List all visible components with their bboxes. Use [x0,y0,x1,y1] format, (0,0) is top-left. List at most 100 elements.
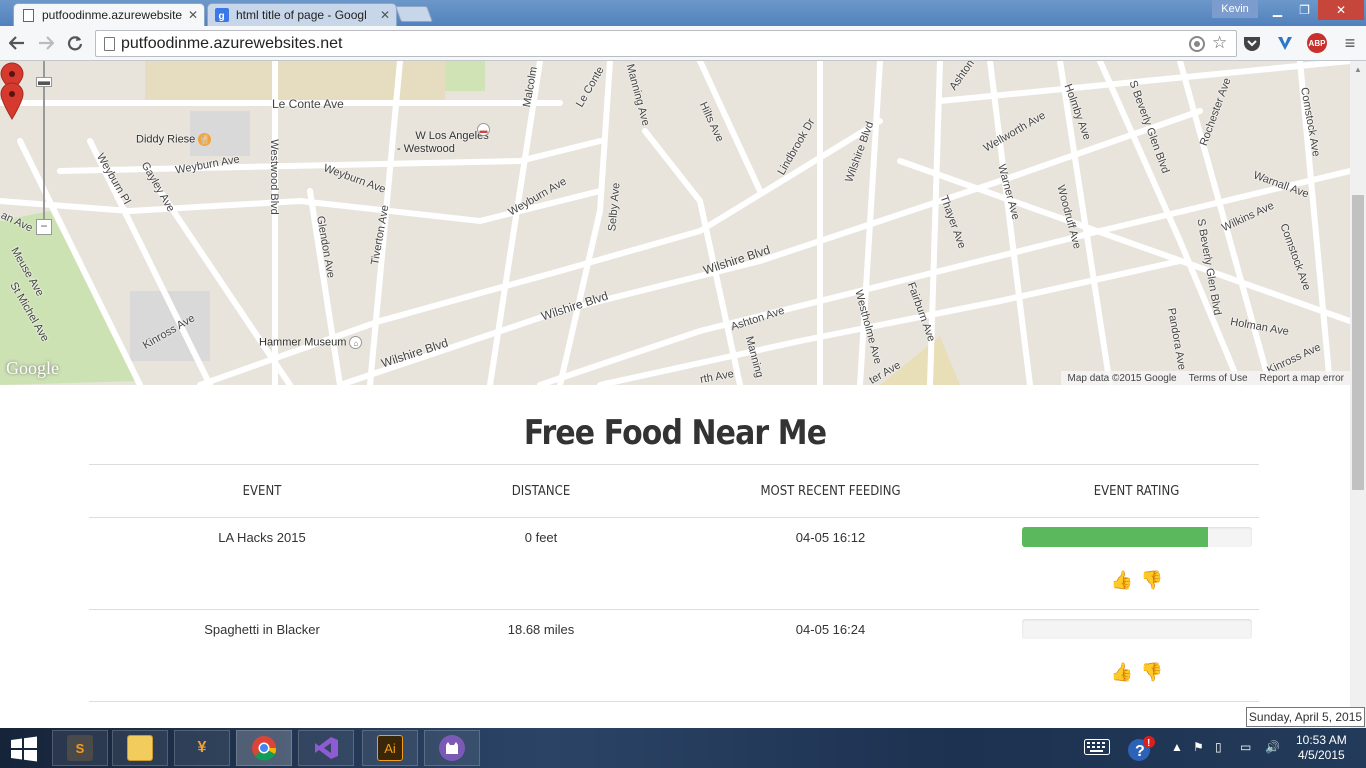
sublime-text-icon: S [67,735,93,761]
svg-text:?: ? [1135,743,1145,760]
adblock-plus-icon[interactable]: ABP [1307,33,1327,53]
poi-label: Hammer Museum [259,336,347,349]
browser-toolbar: putfoodinme.azurewebsites.net ☆ ABP ≡ [0,26,1366,61]
window-title-bar: putfoodinme.azurewebsite ✕ g html title … [0,0,1366,26]
page-viewport: Le Conte Ave Weyburn Ave Weyburn Ave Wey… [0,61,1350,728]
report-map-error-link[interactable]: Report a map error [1260,373,1344,384]
url-text: putfoodinme.azurewebsites.net [121,35,343,52]
event-distance: 18.68 miles [435,609,647,702]
visual-studio-icon [313,735,339,761]
page-title: Free Food Near Me [523,413,827,453]
thumbs-up-icon[interactable]: 👍 [1111,661,1133,683]
location-icon[interactable] [1188,35,1206,58]
table-header-row: EVENT DISTANCE MOST RECENT FEEDING EVENT… [89,464,1259,518]
taskbar-visual-studio[interactable] [298,730,354,766]
illustrator-icon: Ai [377,735,403,761]
tab-google-search[interactable]: g html title of page - Googl ✕ [207,3,397,26]
keyboard-icon[interactable] [1084,739,1110,758]
page-scrollbar[interactable]: ▲ ▼ [1350,61,1366,728]
svg-text:g: g [219,11,225,22]
zoom-handle[interactable]: ▬ [36,75,52,87]
tab-title: html title of page - Googl [236,8,367,22]
street-label: Le Conte Ave [272,97,344,111]
bookmark-icon[interactable] [1274,32,1296,54]
minimize-icon[interactable]: ▁ [1264,0,1291,20]
museum-icon: ⌂ [349,336,363,349]
event-name: Spaghetti in Blacker [89,609,435,702]
event-rating-cell: 👍 👎 [1014,517,1259,610]
github-icon [439,735,465,761]
date-tooltip: Sunday, April 5, 2015 [1246,707,1365,727]
address-bar[interactable]: putfoodinme.azurewebsites.net ☆ [95,30,1237,57]
yammer-icon: ¥ [197,739,207,756]
poi-label: W Los Angeles - Westwood [397,130,489,155]
scroll-up-icon[interactable]: ▲ [1354,65,1362,74]
event-rating-cell: 👍 👎 [1014,609,1259,702]
taskbar-chrome[interactable] [236,730,292,766]
taskbar-github[interactable] [424,730,480,766]
poi-diddy-riese[interactable]: Diddy Riese 🍴 [136,133,212,146]
column-header-event: EVENT [106,464,418,518]
zoom-control[interactable]: ▬ − [36,61,52,236]
star-icon[interactable]: ☆ [1212,33,1227,53]
close-tab-icon[interactable]: ✕ [380,8,390,22]
forward-arrow-icon[interactable] [34,32,58,54]
column-header-feeding: MOST RECENT FEEDING [665,464,996,518]
rating-progress-bar [1021,619,1252,639]
volume-icon[interactable]: 🔊 [1265,740,1280,754]
help-alert-icon[interactable]: ?! [1126,734,1160,767]
close-window-icon[interactable]: ✕ [1318,0,1364,20]
event-feeding-time: 04-05 16:24 [647,609,1014,702]
taskbar-file-explorer[interactable] [112,730,168,766]
vote-buttons: 👍 👎 [1014,569,1259,591]
show-hidden-icons-icon[interactable]: ▲ [1171,740,1183,754]
vote-buttons: 👍 👎 [1014,661,1259,683]
map-attribution: Map data ©2015 Google Terms of Use Repor… [1061,371,1350,385]
events-table: EVENT DISTANCE MOST RECENT FEEDING EVENT… [89,464,1259,702]
close-tab-icon[interactable]: ✕ [188,8,198,22]
page-icon [104,37,115,51]
pocket-icon[interactable] [1241,32,1263,54]
action-center-flag-icon[interactable]: ⚑ [1193,740,1204,754]
taskbar-illustrator[interactable]: Ai [362,730,418,766]
back-arrow-icon[interactable] [5,32,29,54]
map-data-credit: Map data ©2015 Google [1067,372,1177,384]
column-header-rating: EVENT RATING [1026,464,1247,518]
google-logo: Google [6,358,59,378]
thumbs-down-icon[interactable]: 👎 [1141,661,1163,683]
svg-text:!: ! [1147,738,1150,749]
poi-hammer-museum[interactable]: Hammer Museum ⌂ [259,336,363,349]
tab-putfoodinme[interactable]: putfoodinme.azurewebsite ✕ [13,3,205,26]
windows-taskbar: S ¥ Ai ?! ▲ ⚑ ▯ ▭ 🔊 10:53 AM 4/5/2015 [0,728,1366,768]
windows-start-icon[interactable] [10,736,38,762]
column-header-distance: DISTANCE [445,464,637,518]
network-icon[interactable]: ▭ [1240,740,1251,754]
thumbs-up-icon[interactable]: 👍 [1111,569,1133,591]
poi-w-hotel[interactable]: W Los Angeles - Westwood [397,117,489,169]
poi-label: Diddy Riese [136,133,196,146]
table-row: Spaghetti in Blacker 18.68 miles 04-05 1… [89,609,1259,702]
rating-progress-fill [1021,527,1208,547]
clock-date: 4/5/2015 [1297,748,1345,762]
event-distance: 0 feet [435,517,647,610]
event-name: LA Hacks 2015 [89,517,435,610]
rating-progress-bar [1021,527,1252,547]
chrome-icon [251,735,277,761]
menu-icon[interactable]: ≡ [1339,32,1361,54]
power-icon[interactable]: ▯ [1215,740,1222,754]
google-map[interactable]: Le Conte Ave Weyburn Ave Weyburn Ave Wey… [0,61,1350,385]
terms-link[interactable]: Terms of Use [1189,373,1248,384]
system-clock[interactable]: 10:53 AM 4/5/2015 [1296,733,1347,763]
file-explorer-icon [127,735,153,761]
restore-icon[interactable]: ❐ [1291,0,1318,20]
zoom-out-button[interactable]: − [36,219,52,235]
scroll-thumb[interactable] [1352,195,1364,490]
taskbar-sublime[interactable]: S [52,730,108,766]
map-marker-icon[interactable] [0,61,26,121]
taskbar-yammer[interactable]: ¥ [174,730,230,766]
new-tab-button[interactable] [395,6,433,22]
profile-button[interactable]: Kevin [1212,0,1258,18]
document-icon [20,7,36,23]
reload-icon[interactable] [63,32,87,54]
thumbs-down-icon[interactable]: 👎 [1141,569,1163,591]
